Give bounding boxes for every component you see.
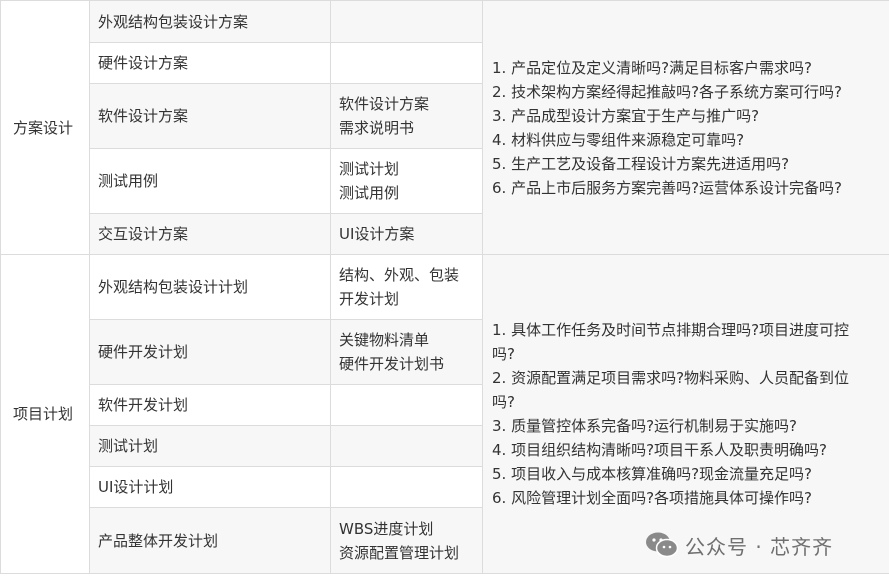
wechat-icon — [646, 532, 679, 558]
output-cell: UI设计方案 — [330, 213, 483, 255]
question-line: 吗? — [492, 345, 515, 363]
question-line: 6. 风险管理计划全面吗?各项措施具体可操作吗? — [492, 489, 813, 507]
question-line: 5. 生产工艺及设备工程设计方案先进适用吗? — [492, 154, 790, 173]
item-cell: 外观结构包装设计方案 — [89, 0, 331, 43]
question-line: 4. 材料供应与零组件来源稳定可靠吗? — [492, 130, 745, 149]
item-cell: 产品整体开发计划 — [89, 507, 331, 574]
output-line: 测试计划 — [339, 160, 400, 178]
questions-cell: 1. 具体工作任务及时间节点排期合理吗?项目进度可控 吗? 2. 资源配置满足项… — [482, 254, 889, 574]
output-cell — [330, 0, 483, 43]
output-cell — [330, 425, 483, 467]
output-line: 关键物料清单 — [339, 331, 430, 349]
question-line: 1. 产品定位及定义清晰吗?满足目标客户需求吗? — [492, 58, 813, 77]
output-line: WBS进度计划 — [339, 519, 434, 538]
output-cell: 测试计划 测试用例 — [330, 148, 483, 214]
questions-cell: 1. 产品定位及定义清晰吗?满足目标客户需求吗? 2. 技术架构方案经得起推敲吗… — [482, 0, 889, 255]
output-line: 硬件开发计划书 — [339, 355, 445, 373]
question-line: 2. 资源配置满足项目需求吗?物料采购、人员配备到位 — [492, 369, 850, 387]
item-cell: 外观结构包装设计计划 — [89, 254, 331, 320]
question-line: 2. 技术架构方案经得起推敲吗?各子系统方案可行吗? — [492, 82, 843, 101]
output-line: 资源配置管理计划 — [339, 543, 460, 562]
output-cell — [330, 384, 483, 426]
item-cell: 软件开发计划 — [89, 384, 331, 426]
output-cell — [330, 466, 483, 508]
item-cell: UI设计计划 — [89, 466, 331, 508]
table-row: 项目计划 外观结构包装设计计划 结构、外观、包装 开发计划 1. 具体工作任务及… — [0, 254, 889, 574]
output-line: 测试用例 — [339, 184, 400, 202]
output-line: UI设计方案 — [339, 225, 415, 243]
item-cell: 软件设计方案 — [89, 83, 331, 149]
output-cell: 关键物料清单 硬件开发计划书 — [330, 319, 483, 385]
output-line: 软件设计方案 — [339, 95, 430, 113]
question-line: 3. 质量管控体系完备吗?运行机制易于实施吗? — [492, 417, 798, 435]
question-line: 5. 项目收入与成本核算准确吗?现金流量充足吗? — [492, 465, 813, 483]
category-cell: 方案设计 — [0, 0, 90, 255]
output-cell: 软件设计方案 需求说明书 — [330, 83, 483, 149]
output-cell: 结构、外观、包装 开发计划 — [330, 254, 483, 320]
table-row: 方案设计 外观结构包装设计方案 1. 产品定位及定义清晰吗?满足目标客户需求吗?… — [0, 0, 889, 255]
output-cell — [330, 42, 483, 84]
category-cell: 项目计划 — [0, 254, 90, 574]
output-line: 结构、外观、包装 — [339, 266, 460, 284]
item-cell: 测试用例 — [89, 148, 331, 214]
output-line: 开发计划 — [339, 290, 400, 308]
item-cell: 硬件设计方案 — [89, 42, 331, 84]
item-cell: 测试计划 — [89, 425, 331, 467]
question-line: 3. 产品成型设计方案宜于生产与推广吗? — [492, 106, 760, 125]
question-line: 4. 项目组织结构清晰吗?项目干系人及职责明确吗? — [492, 441, 828, 459]
question-line: 6. 产品上市后服务方案完善吗?运营体系设计完备吗? — [492, 178, 843, 197]
item-cell: 交互设计方案 — [89, 213, 331, 255]
output-line: 需求说明书 — [339, 119, 415, 137]
question-line: 吗? — [492, 393, 515, 411]
item-cell: 硬件开发计划 — [89, 319, 331, 385]
output-cell: WBS进度计划 资源配置管理计划 — [330, 507, 483, 574]
watermark: 公众号 · 芯齐齐 — [645, 529, 833, 561]
question-line: 1. 具体工作任务及时间节点排期合理吗?项目进度可控 — [492, 321, 850, 339]
watermark-text: 公众号 · 芯齐齐 — [685, 534, 834, 559]
review-table: 方案设计 外观结构包装设计方案 1. 产品定位及定义清晰吗?满足目标客户需求吗?… — [0, 0, 889, 574]
